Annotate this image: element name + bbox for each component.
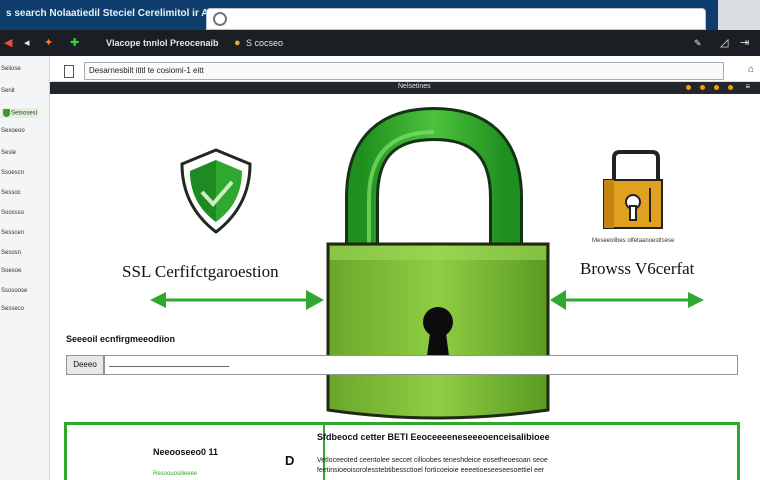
- search-label: Seeeoil ecnfirgmeeodiion: [66, 334, 176, 344]
- app-window: s search Nolaatiedil Steciel Cerelimitol…: [0, 0, 760, 480]
- certificate-badge: D: [285, 453, 295, 468]
- input-underline: [109, 366, 229, 367]
- certificate-details-heading: Sfdbeocd cetter BETI Eeoceeeeneseeeoence…: [317, 432, 550, 442]
- browser-certificate-heading: Browss V6cerfat: [580, 259, 695, 278]
- ssl-certificate-heading: SSL Cerfifctgaroestion: [122, 262, 279, 281]
- certificate-panel: Neeooseeo0 11 Resoouosiiieeee D Sfdbeocd…: [64, 422, 740, 480]
- certificate-details-text: feetinsioeoisorolesstebtibessctioel fort…: [317, 467, 545, 474]
- certificate-summary[interactable]: Neeooseeo0 11 Resoouosiiieeee D: [67, 425, 325, 480]
- search-button[interactable]: Deeeo: [66, 355, 104, 375]
- certificate-summary-sub: Resoouosiiieeee: [153, 471, 198, 477]
- certificate-details-text: Vetloceeoted ceentolee seccet cilloobes …: [317, 457, 548, 464]
- double-arrow-icon: [150, 290, 324, 310]
- double-arrow-icon: [550, 290, 704, 310]
- certificate-summary-title: Neeooseeo0 11: [153, 447, 219, 457]
- shield-check-icon: [180, 148, 252, 234]
- search-input[interactable]: [104, 355, 738, 375]
- certificate-caption: Meseeolibes olfetaanoesttsese: [592, 238, 675, 244]
- certificate-lock-icon: [603, 150, 663, 229]
